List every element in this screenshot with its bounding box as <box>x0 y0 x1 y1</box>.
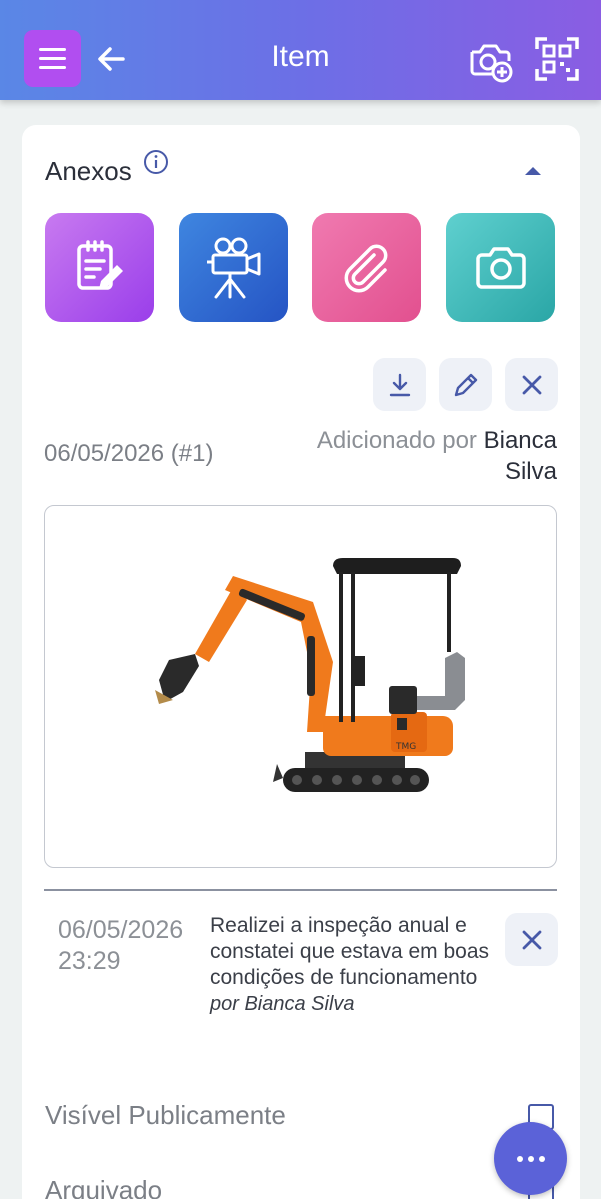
attachments-card: Anexos 06/05/2026 (#1) Adicionado por Bi… <box>22 125 580 1199</box>
public-visibility-label: Visível Publicamente <box>45 1100 286 1130</box>
archived-label: Arquivado <box>45 1175 163 1199</box>
add-note-button[interactable] <box>45 213 154 322</box>
added-by-name: Bianca Silva <box>483 427 557 485</box>
excavator-photo: TMG <box>155 558 465 792</box>
download-icon <box>389 373 410 396</box>
remove-attachment-button[interactable] <box>505 358 558 411</box>
pencil-icon <box>454 373 477 396</box>
video-camera-icon <box>206 237 260 298</box>
added-by-label: Adicionado por <box>316 427 477 454</box>
comment-author: por Bianca Silva <box>210 993 355 1015</box>
attachment-image[interactable]: TMG <box>44 505 557 868</box>
camera-icon <box>475 246 526 289</box>
menu-icon <box>39 48 66 51</box>
qr-scan-icon[interactable] <box>534 36 580 82</box>
comment-datetime: 06/05/2026 23:29 <box>58 915 198 977</box>
svg-text:TMG: TMG <box>395 742 416 752</box>
comment-date: 06/05/2026 <box>58 916 184 944</box>
info-icon[interactable] <box>143 149 169 175</box>
close-icon <box>522 375 541 394</box>
attachment-date: 06/05/2026 (#1) <box>44 440 214 467</box>
menu-button[interactable] <box>24 30 81 87</box>
section-title: Anexos <box>45 156 132 186</box>
remove-comment-button[interactable] <box>505 913 558 966</box>
note-edit-icon <box>76 239 123 290</box>
comment-body: Realizei a inspeção anual e constatei qu… <box>210 913 490 1017</box>
comment-time: 23:29 <box>58 947 121 975</box>
download-button[interactable] <box>373 358 426 411</box>
more-options-button[interactable] <box>494 1122 567 1195</box>
back-arrow-icon[interactable] <box>95 40 127 78</box>
chevron-up-icon[interactable] <box>519 162 547 180</box>
camera-add-icon[interactable] <box>466 36 514 84</box>
add-photo-button[interactable] <box>446 213 555 322</box>
add-video-button[interactable] <box>179 213 288 322</box>
close-icon <box>522 930 541 949</box>
add-file-button[interactable] <box>312 213 421 322</box>
app-header: Item <box>0 0 601 100</box>
divider <box>44 889 557 891</box>
comment-text: Realizei a inspeção anual e constatei qu… <box>210 914 490 989</box>
attachment-added-by: Adicionado por Bianca Silva <box>277 425 557 487</box>
more-dots-icon <box>516 1155 523 1162</box>
edit-attachment-button[interactable] <box>439 358 492 411</box>
paperclip-icon <box>344 244 387 292</box>
